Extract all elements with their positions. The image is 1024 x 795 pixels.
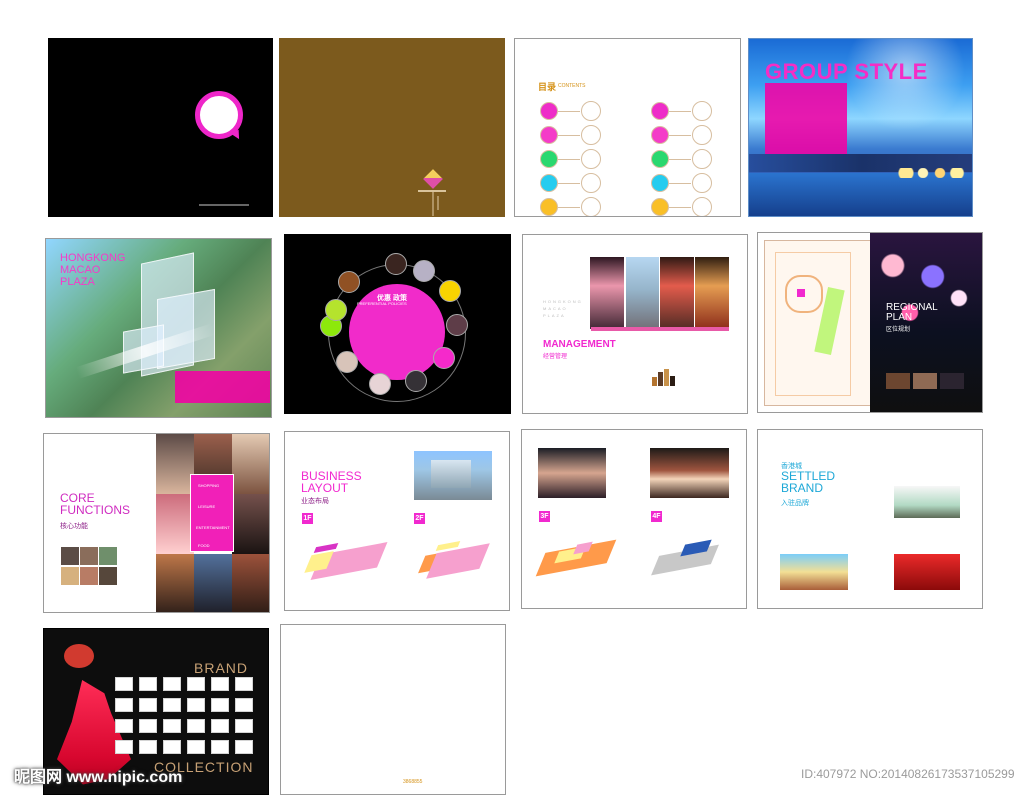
contents-item-3-icon	[540, 150, 558, 168]
regional-plan-page: REGIONAL PLAN 区位规划	[757, 232, 983, 413]
business-layout-page: BUSINESS LAYOUT 业态布局 1F 2F	[284, 431, 510, 611]
brand-word-top: BRAND	[194, 660, 249, 676]
policy-page: 优惠 政策 PREFERENTIAL POLICIES	[284, 234, 511, 414]
core-title: CORE FUNCTIONS	[60, 491, 130, 517]
brand-logo-grid	[115, 677, 256, 767]
watermark-left: 昵图网 www.nipic.com	[14, 769, 183, 786]
contents-item-9-icon	[651, 174, 669, 192]
blank-page: 3868855	[280, 624, 506, 795]
contents-item-6-icon	[651, 102, 669, 120]
cover-page	[48, 38, 273, 217]
regional-subtitle: 区位规划	[886, 327, 911, 333]
speech-ring-tail	[229, 129, 241, 142]
settled-brand-page: 香港城 SETTLED BRAND 入驻品牌	[757, 429, 983, 609]
contents-page: 目录 CONTENTS	[514, 38, 741, 217]
watermark-id: ID:407972 NO:20140826173537105299	[801, 767, 1015, 781]
contents-subtitle: CONTENTS	[558, 83, 586, 89]
contents-item-5-icon	[540, 198, 558, 216]
policy-subtitle: PREFERENTIAL POLICIES	[357, 301, 407, 306]
management-side-text: HONGKONG MACAO PLAZA	[543, 299, 583, 318]
group-style-title: GROUP STYLE	[765, 59, 928, 84]
business-subtitle: 业态布局	[301, 498, 329, 505]
brand-logo-mark	[423, 169, 443, 189]
contents-title: 目录	[538, 82, 557, 92]
management-page: HONGKONG MACAO PLAZA MANAGEMENT 经营管理	[522, 234, 748, 414]
core-subtitle: 核心功能	[60, 523, 88, 530]
regional-title: REGIONAL PLAN	[886, 302, 938, 323]
hongkong-info-panel	[175, 371, 270, 403]
contents-item-10-icon	[651, 198, 669, 216]
contents-item-4-icon	[540, 174, 558, 192]
management-title: MANAGEMENT	[543, 339, 616, 350]
hongkong-plaza-page: HONGKONG MACAO PLAZA	[45, 238, 272, 418]
settled-title: SETTLED BRAND	[781, 469, 836, 495]
core-functions-page: CORE FUNCTIONS 核心功能 SHOPPING LEISURE ENT…	[43, 433, 270, 613]
settled-subtitle: 入驻品牌	[781, 500, 809, 507]
footer-number: 3868855	[403, 779, 423, 785]
management-subtitle: 经营管理	[543, 354, 568, 360]
group-style-text-panel	[765, 83, 847, 158]
contents-item-7-icon	[651, 126, 669, 144]
contents-item-2-icon	[540, 126, 558, 144]
gold-cover-page	[279, 38, 505, 217]
group-style-page: GROUP STYLE	[748, 38, 973, 217]
core-functions-panel: SHOPPING LEISURE ENTERTAINMENT FOOD	[190, 474, 234, 552]
contents-item-1-icon	[540, 102, 558, 120]
floors-3-4-page: 3F 4F	[521, 429, 747, 609]
business-title: BUSINESS LAYOUT	[301, 469, 362, 495]
contents-item-8-icon	[651, 150, 669, 168]
